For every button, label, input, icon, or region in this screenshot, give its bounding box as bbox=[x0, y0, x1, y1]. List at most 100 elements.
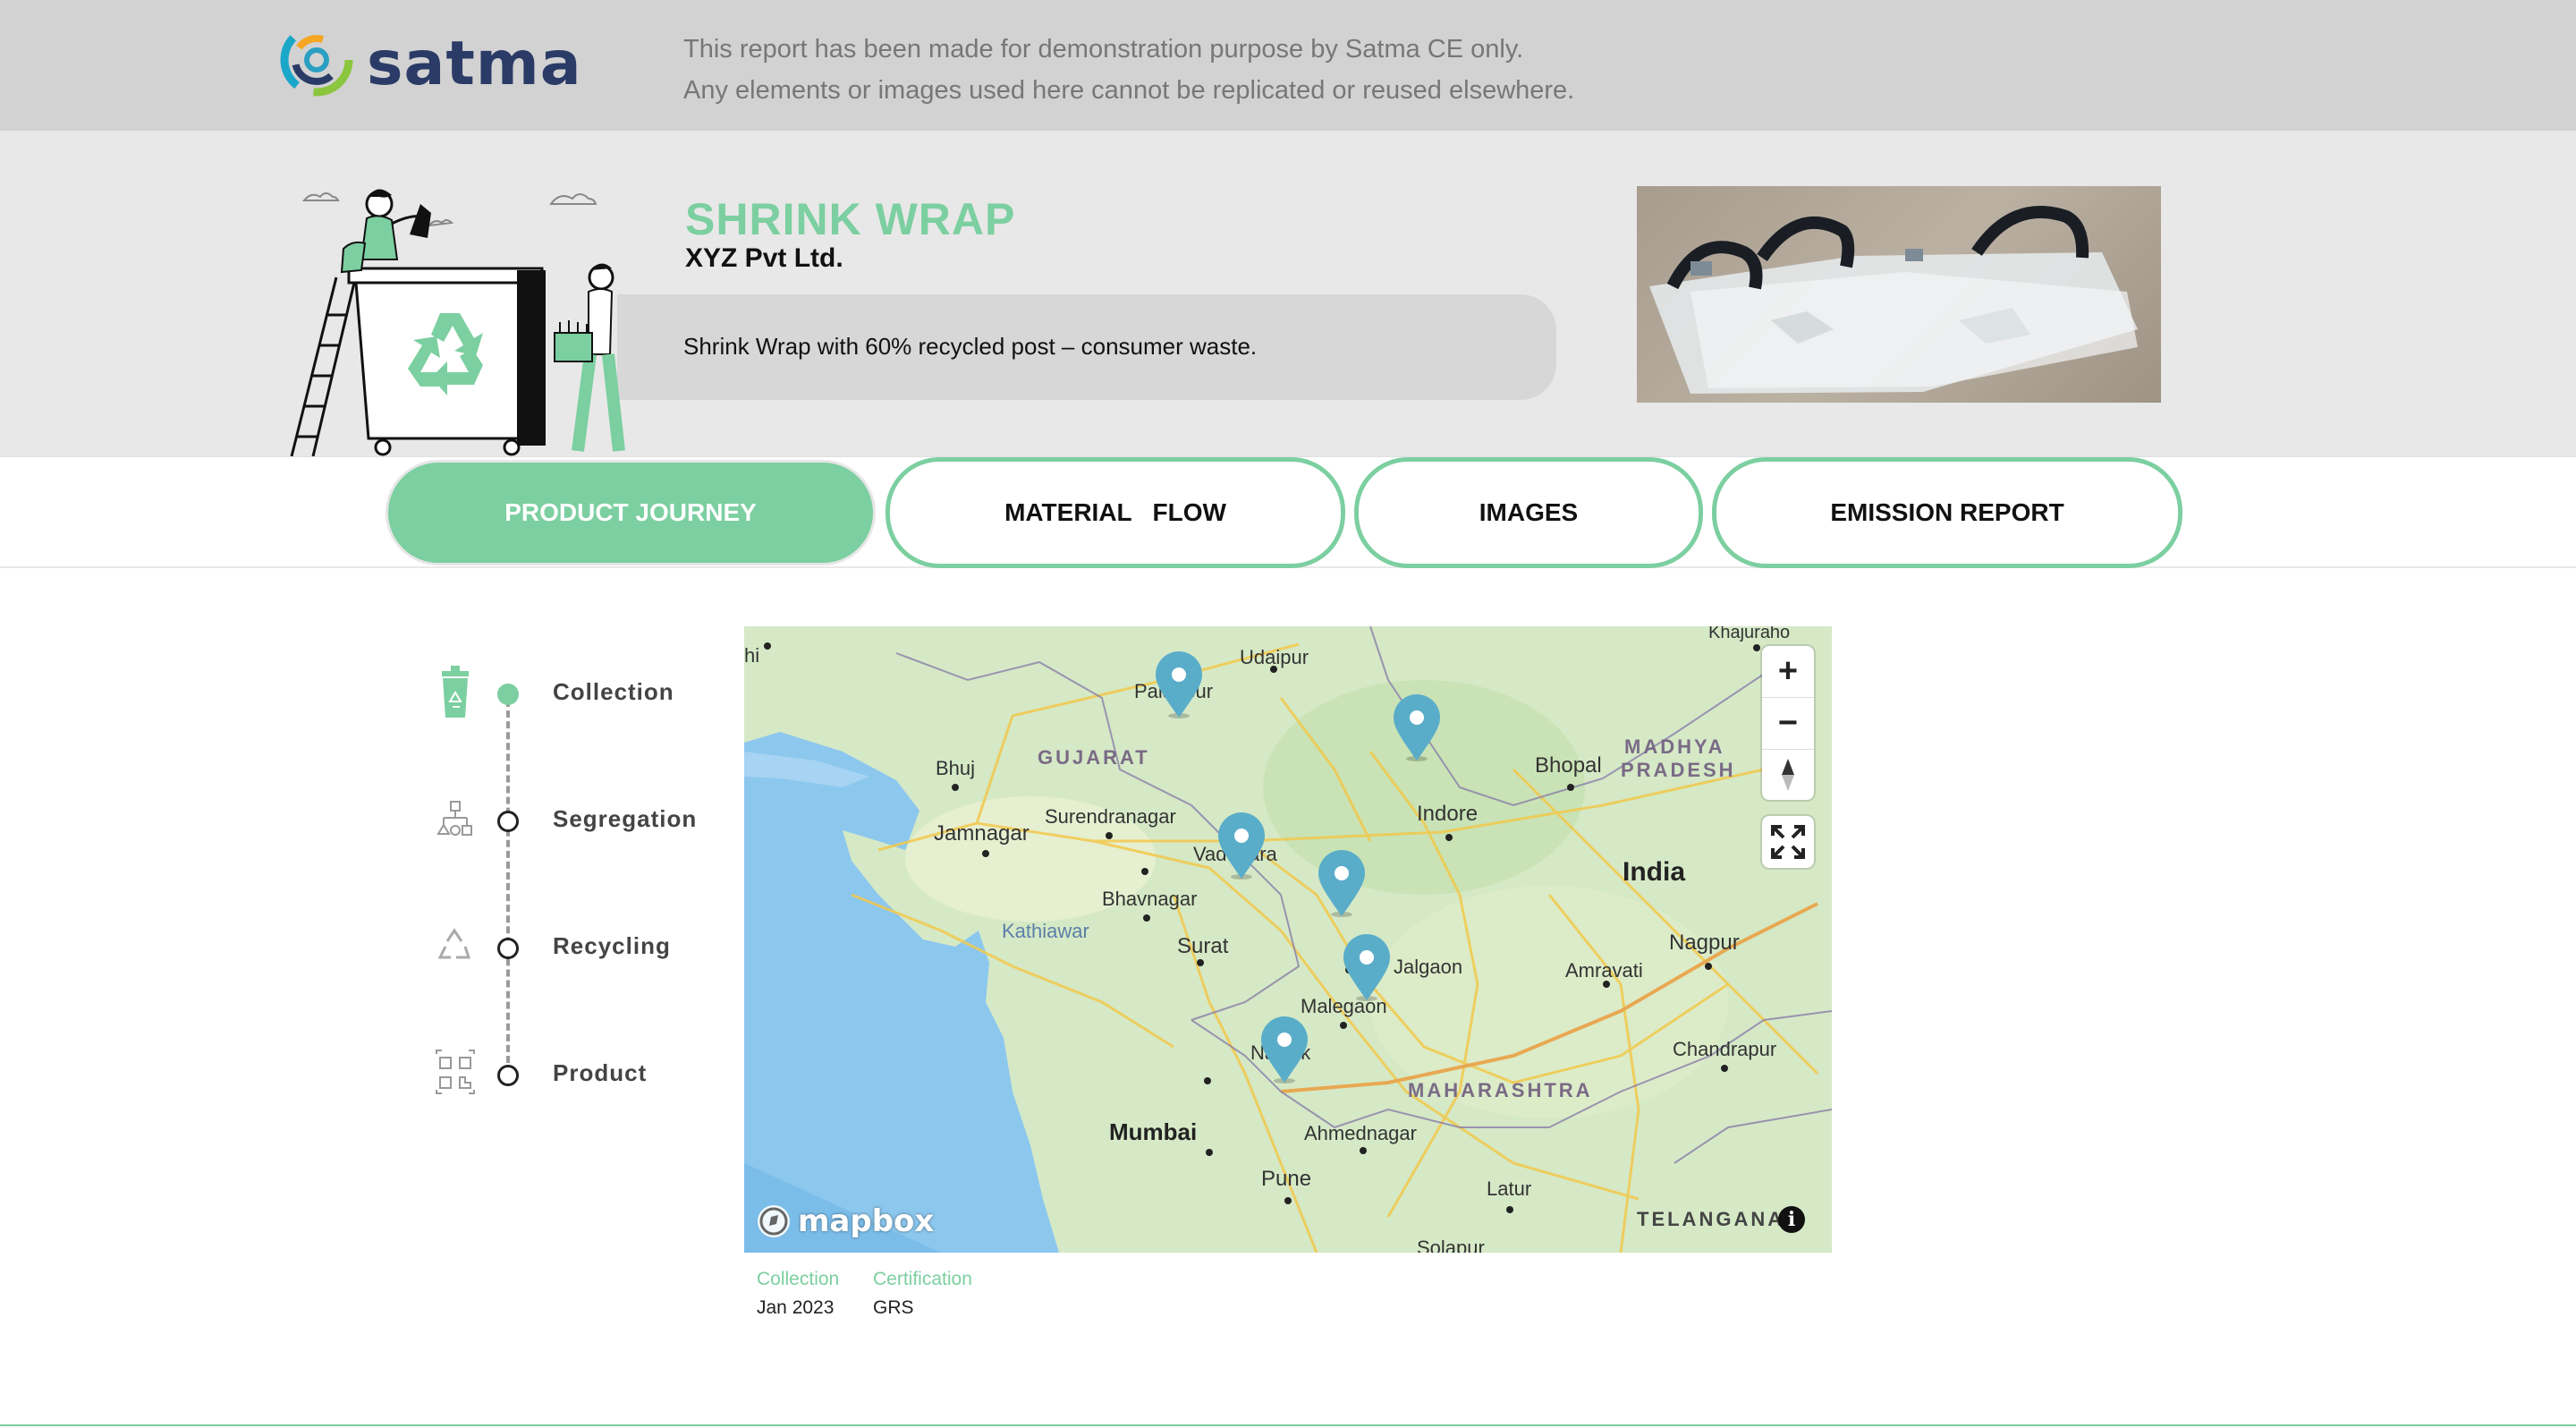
map-region-label: PRADESH bbox=[1621, 759, 1736, 781]
collection-value: Jan 2023 bbox=[757, 1297, 835, 1318]
map-label: hi bbox=[744, 644, 760, 667]
recycling-illustration bbox=[290, 189, 625, 456]
disclaimer-line-1: This report has been made for demonstrat… bbox=[683, 35, 1524, 64]
map-label: Bhopal bbox=[1535, 753, 1602, 778]
map-region-label: GUJARAT bbox=[1038, 746, 1150, 769]
city-dot bbox=[1204, 1077, 1211, 1084]
qr-code-icon bbox=[436, 1050, 475, 1094]
map-label: Kathiawar bbox=[1002, 920, 1089, 942]
journey-step-label: Collection bbox=[553, 678, 674, 705]
fullscreen-button[interactable] bbox=[1762, 816, 1814, 868]
map-region-label: MADHYA bbox=[1624, 735, 1725, 758]
zoom-in-button[interactable]: + bbox=[1762, 646, 1814, 696]
tab-emission-report[interactable]: EMISSION REPORT bbox=[1712, 457, 2182, 568]
city-dot bbox=[1567, 784, 1574, 791]
map-label: Ahmednagar bbox=[1304, 1122, 1417, 1144]
city-dot bbox=[1340, 1022, 1347, 1029]
journey-step-segregation[interactable]: Segregation bbox=[429, 793, 716, 846]
map-label: Bhuj bbox=[936, 757, 976, 779]
product-name: SHRINK WRAP bbox=[685, 194, 1016, 244]
map-label: Bhavnagar bbox=[1102, 888, 1198, 910]
top-banner: satma This report has been made for demo… bbox=[0, 0, 2576, 131]
logo-text: satma bbox=[367, 29, 582, 99]
compass-reset-button[interactable] bbox=[1762, 750, 1814, 800]
timeline-dot-active bbox=[497, 684, 519, 705]
map-label: Nagpur bbox=[1669, 931, 1740, 955]
mapbox-icon bbox=[758, 1205, 790, 1237]
tab-images[interactable]: IMAGES bbox=[1354, 457, 1703, 568]
map-label: Khajuraho bbox=[1708, 626, 1791, 642]
journey-step-label: Product bbox=[553, 1059, 648, 1086]
map-marker-pin[interactable] bbox=[1259, 1016, 1309, 1084]
disclaimer-line-2: Any elements or images used here cannot … bbox=[683, 76, 1575, 105]
map-label: Surat bbox=[1177, 934, 1229, 958]
compass-icon bbox=[1782, 759, 1794, 791]
recycle-bin-icon bbox=[442, 666, 469, 718]
city-dot bbox=[1197, 959, 1204, 966]
footer-divider bbox=[0, 1424, 2576, 1426]
mapbox-logo[interactable]: mapbox bbox=[755, 1201, 934, 1242]
map-info-button[interactable]: i bbox=[1778, 1206, 1805, 1233]
city-dot bbox=[1360, 1147, 1367, 1154]
map-country-label: India bbox=[1623, 857, 1686, 887]
journey-map[interactable]: hi Khajuraho Udaipur Palanpur Bhuj GUJAR… bbox=[744, 626, 1832, 1253]
map-label: Pune bbox=[1261, 1167, 1312, 1191]
journey-step-product[interactable]: Product bbox=[429, 1047, 716, 1101]
journey-step-collection[interactable]: Collection bbox=[429, 666, 716, 719]
recycle-icon bbox=[437, 928, 471, 959]
satma-swirl-icon bbox=[280, 23, 353, 97]
product-image bbox=[1637, 186, 2161, 403]
journey-step-recycling[interactable]: Recycling bbox=[429, 920, 716, 973]
timeline-dot bbox=[497, 811, 519, 832]
city-dot bbox=[1445, 834, 1453, 841]
company-name: XYZ Pvt Ltd. bbox=[685, 243, 843, 273]
satma-logo[interactable]: satma bbox=[279, 20, 581, 100]
tab-bar: PRODUCT JOURNEY MATERIAL FLOW IMAGES EMI… bbox=[0, 456, 2576, 568]
city-dot bbox=[1721, 1065, 1728, 1072]
map-label: Amravati bbox=[1565, 959, 1643, 982]
info-icon: i bbox=[1787, 1208, 1796, 1231]
timeline-connector bbox=[506, 689, 510, 1074]
map-label: Latur bbox=[1487, 1177, 1532, 1200]
map-marker-pin[interactable] bbox=[1154, 651, 1204, 719]
city-dot bbox=[1284, 1197, 1292, 1204]
map-label: Solapur bbox=[1417, 1237, 1485, 1253]
map-label: Jalgaon bbox=[1394, 956, 1463, 978]
map-label: Chandrapur bbox=[1673, 1038, 1777, 1060]
city-dot bbox=[1143, 914, 1150, 922]
map-marker-pin[interactable] bbox=[1342, 934, 1392, 1002]
map-marker-pin[interactable] bbox=[1317, 850, 1367, 918]
segregation-icon bbox=[436, 801, 472, 836]
timeline-dot bbox=[497, 938, 519, 959]
collection-label: Collection bbox=[757, 1269, 840, 1289]
journey-step-label: Segregation bbox=[553, 805, 698, 832]
zoom-out-button[interactable]: − bbox=[1762, 698, 1814, 748]
map-marker-pin[interactable] bbox=[1392, 694, 1442, 762]
map-label: Mumbai bbox=[1109, 1118, 1198, 1145]
city-dot bbox=[1206, 1149, 1213, 1156]
product-description: Shrink Wrap with 60% recycled post – con… bbox=[683, 333, 1258, 360]
map-marker-pin[interactable] bbox=[1216, 812, 1267, 880]
map-label: Jamnagar bbox=[934, 821, 1030, 846]
timeline-dot bbox=[497, 1065, 519, 1086]
journey-step-label: Recycling bbox=[553, 932, 671, 959]
city-dot bbox=[764, 642, 771, 650]
certification-label: Certification bbox=[873, 1269, 972, 1289]
map-label: Indore bbox=[1417, 802, 1479, 826]
city-dot bbox=[1753, 644, 1760, 651]
map-zoom-controls: + − bbox=[1762, 646, 1814, 800]
city-dot bbox=[1106, 832, 1113, 839]
fullscreen-icon bbox=[1771, 825, 1805, 859]
city-dot bbox=[1705, 963, 1712, 970]
map-label: Udaipur bbox=[1240, 646, 1309, 668]
tab-material-flow[interactable]: MATERIAL FLOW bbox=[886, 457, 1345, 568]
map-region-label: TELANGANA bbox=[1637, 1208, 1785, 1230]
certification-value: GRS bbox=[873, 1297, 914, 1318]
city-dot bbox=[952, 784, 959, 791]
disclaimer: This report has been made for demonstrat… bbox=[683, 29, 1574, 111]
city-dot bbox=[1141, 868, 1148, 875]
mapbox-wordmark: mapbox bbox=[798, 1203, 935, 1239]
journey-timeline: Collection Segregation Recycling Product bbox=[429, 653, 716, 1101]
tab-product-journey[interactable]: PRODUCT JOURNEY bbox=[388, 463, 873, 563]
city-dot bbox=[1506, 1206, 1513, 1213]
